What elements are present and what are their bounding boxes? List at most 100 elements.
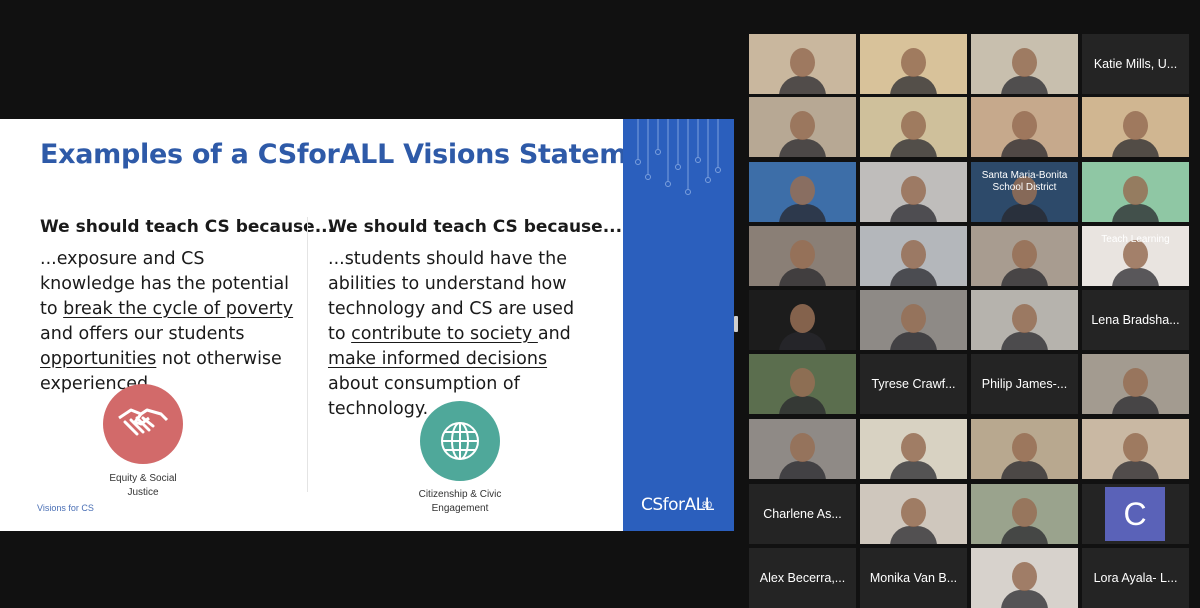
- participant-video: [971, 290, 1078, 350]
- participant-video: [971, 548, 1078, 608]
- person-silhouette: [1123, 176, 1148, 205]
- participant-name: Katie Mills, U...: [1093, 57, 1178, 71]
- participant-tile[interactable]: [749, 290, 856, 350]
- person-silhouette: [901, 240, 926, 269]
- shared-slide: Examples of a CSforALL Visions Statement…: [0, 119, 734, 531]
- person-silhouette: [1001, 76, 1048, 94]
- person-silhouette: [1001, 268, 1048, 286]
- participant-tile[interactable]: [860, 484, 967, 544]
- person-silhouette: [890, 461, 937, 479]
- person-silhouette: [1001, 461, 1048, 479]
- participant-video: [971, 484, 1078, 544]
- person-silhouette: [790, 48, 815, 77]
- participant-tile[interactable]: [971, 290, 1078, 350]
- person-silhouette: [779, 332, 826, 350]
- participant-video: [860, 226, 967, 286]
- participant-tile[interactable]: [860, 226, 967, 286]
- participant-tile-name-only[interactable]: Alex Becerra,...: [749, 548, 856, 608]
- person-silhouette: [901, 111, 926, 140]
- person-silhouette: [1123, 368, 1148, 397]
- person-silhouette: [890, 139, 937, 157]
- person-silhouette: [890, 76, 937, 94]
- participant-tile[interactable]: [971, 419, 1078, 479]
- participant-tile[interactable]: [1082, 419, 1189, 479]
- participant-tile[interactable]: [1082, 162, 1189, 222]
- participant-video: [860, 419, 967, 479]
- participant-video: [971, 34, 1078, 94]
- underlined-phrase: break the cycle of poverty: [63, 299, 294, 319]
- person-silhouette: [1012, 111, 1037, 140]
- participant-tile-name-only[interactable]: Lena Bradsha...: [1082, 290, 1189, 350]
- person-silhouette: [901, 433, 926, 462]
- equity-badge: [103, 384, 183, 464]
- participant-video: [1082, 162, 1189, 222]
- person-silhouette: [779, 76, 826, 94]
- participant-tile[interactable]: [749, 34, 856, 94]
- participant-tile[interactable]: [971, 226, 1078, 286]
- person-silhouette: [790, 368, 815, 397]
- participant-video: [749, 419, 856, 479]
- person-silhouette: [1001, 332, 1048, 350]
- participant-tile[interactable]: [860, 97, 967, 157]
- participant-tile[interactable]: [749, 226, 856, 286]
- person-silhouette: [890, 526, 937, 544]
- underlined-phrase: opportunities: [40, 349, 157, 369]
- left-column-heading: We should teach CS because...: [40, 217, 335, 237]
- participant-tile[interactable]: C: [1082, 484, 1189, 544]
- participant-tile[interactable]: [971, 97, 1078, 157]
- participant-name: Charlene As...: [763, 507, 842, 521]
- participant-video: Teach Learning: [1082, 226, 1189, 286]
- virtual-background-text: Teach Learning: [1101, 234, 1170, 245]
- participant-tile[interactable]: [860, 290, 967, 350]
- participant-tile[interactable]: [971, 548, 1078, 608]
- citizenship-badge: [420, 401, 500, 481]
- participant-tile-name-only[interactable]: Monika Van B...: [860, 548, 967, 608]
- slide-footer: Visions for CS: [37, 503, 94, 513]
- participant-tile-name-only[interactable]: Charlene As...: [749, 484, 856, 544]
- equity-badge-label: Equity & Social Justice: [109, 473, 177, 498]
- underlined-phrase: make informed decisions: [328, 349, 548, 369]
- participant-video: [860, 484, 967, 544]
- person-silhouette: [1001, 204, 1048, 222]
- person-silhouette: [1112, 461, 1159, 479]
- participant-gallery: Katie Mills, U... Santa Maria-Bonita Scho…: [749, 34, 1191, 608]
- text-segment: about consumption of technology.: [328, 374, 520, 419]
- participant-video: [1082, 97, 1189, 157]
- participant-tile-name-only[interactable]: Katie Mills, U...: [1082, 34, 1189, 94]
- participant-tile[interactable]: [971, 484, 1078, 544]
- participant-tile[interactable]: [749, 354, 856, 414]
- participant-tile[interactable]: [1082, 97, 1189, 157]
- participant-name: Monika Van B...: [869, 571, 958, 585]
- person-silhouette: [1001, 526, 1048, 544]
- participant-tile[interactable]: [971, 34, 1078, 94]
- person-silhouette: [1012, 240, 1037, 269]
- participant-tile-name-only[interactable]: Tyrese Crawf...: [860, 354, 967, 414]
- participant-tile[interactable]: [860, 162, 967, 222]
- participant-tile[interactable]: [749, 419, 856, 479]
- gallery-resize-handle[interactable]: [734, 316, 738, 332]
- participant-tile[interactable]: [860, 419, 967, 479]
- participant-tile[interactable]: Santa Maria-Bonita School District: [971, 162, 1078, 222]
- participant-video: [860, 162, 967, 222]
- participant-tile[interactable]: Teach Learning: [1082, 226, 1189, 286]
- person-silhouette: [1012, 562, 1037, 591]
- person-silhouette: [1012, 498, 1037, 527]
- person-silhouette: [890, 204, 937, 222]
- citizenship-badge-label: Citizenship & Civic Engagement: [418, 489, 502, 514]
- participant-tile-name-only[interactable]: Lora Ayala- L...: [1082, 548, 1189, 608]
- participant-tile[interactable]: [749, 162, 856, 222]
- person-silhouette: [890, 332, 937, 350]
- person-silhouette: [890, 268, 937, 286]
- participant-video: [749, 97, 856, 157]
- person-silhouette: [901, 304, 926, 333]
- person-silhouette: [790, 304, 815, 333]
- participant-tile[interactable]: [749, 97, 856, 157]
- person-silhouette: [779, 268, 826, 286]
- person-silhouette: [1012, 433, 1037, 462]
- participant-tile-name-only[interactable]: Philip James-...: [971, 354, 1078, 414]
- person-silhouette: [901, 498, 926, 527]
- participant-tile[interactable]: [1082, 354, 1189, 414]
- participant-tile[interactable]: [860, 34, 967, 94]
- participant-video: [749, 34, 856, 94]
- person-silhouette: [1123, 111, 1148, 140]
